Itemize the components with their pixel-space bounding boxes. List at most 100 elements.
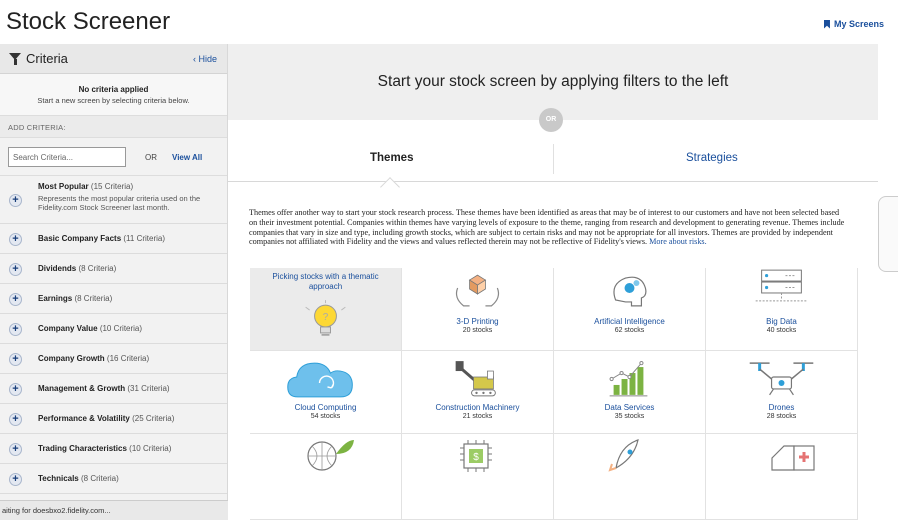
criteria-category-label: Technicals (8 Criteria) bbox=[38, 474, 119, 483]
criteria-category[interactable]: + Technicals (8 Criteria) bbox=[0, 464, 227, 494]
no-criteria-panel: No criteria applied Start a new screen b… bbox=[0, 74, 227, 116]
theme-name: Drones bbox=[768, 403, 795, 412]
chip-dollar-icon: $ bbox=[460, 440, 492, 472]
ai-brain-icon bbox=[613, 276, 647, 307]
add-criteria-label: ADD CRITERIA: bbox=[0, 116, 227, 138]
themes-description: Themes offer another way to start your s… bbox=[249, 208, 845, 247]
criteria-category[interactable]: + Company Value (10 Criteria) bbox=[0, 314, 227, 344]
expand-plus-icon[interactable]: + bbox=[9, 353, 22, 366]
criteria-category[interactable]: + Performance & Volatility (25 Criteria) bbox=[0, 404, 227, 434]
feedback-side-tab[interactable] bbox=[878, 196, 898, 272]
theme-tile-big-data[interactable]: Big Data 40 stocks bbox=[706, 268, 858, 351]
thematic-approach-label: Picking stocks with a thematic approach bbox=[272, 272, 379, 291]
criteria-category[interactable]: + Company Growth (16 Criteria) bbox=[0, 344, 227, 374]
theme-name: Artificial Intelligence bbox=[594, 317, 665, 326]
theme-name: Cloud Computing bbox=[294, 403, 357, 412]
banner-headline: Start your stock screen by applying filt… bbox=[377, 73, 729, 90]
criteria-category-label: Earnings (8 Criteria) bbox=[38, 294, 113, 303]
theme-count: 20 stocks bbox=[462, 327, 493, 334]
theme-count: 21 stocks bbox=[462, 413, 493, 420]
criteria-category-label: Company Value (10 Criteria) bbox=[38, 324, 143, 333]
stock-screener-page: Stock Screener My Screens Criteria ‹ Hid… bbox=[0, 0, 898, 520]
criteria-category[interactable]: + Most Popular (15 Criteria) Represents th… bbox=[0, 176, 227, 224]
theme-tile-3d-printing[interactable]: 3-D Printing 20 stocks bbox=[402, 268, 554, 351]
criteria-category-label: Most Popular (15 Criteria) bbox=[38, 182, 134, 191]
criteria-category-label: Basic Company Facts (11 Criteria) bbox=[38, 234, 166, 243]
criteria-search-row: Search Criteria... OR View All bbox=[0, 138, 227, 176]
globe-leaf-icon bbox=[307, 440, 354, 471]
page-header: Stock Screener My Screens bbox=[0, 0, 898, 44]
crane-icon bbox=[455, 361, 496, 397]
filter-icon bbox=[9, 53, 21, 65]
criteria-category-label: Performance & Volatility (25 Criteria) bbox=[38, 414, 175, 423]
criteria-category-label: Dividends (8 Criteria) bbox=[38, 264, 117, 273]
tab-strategies[interactable]: Strategies bbox=[686, 152, 738, 164]
theme-tile-data-services[interactable]: Data Services 35 stocks bbox=[554, 351, 706, 434]
servers-icon bbox=[755, 269, 808, 302]
themes-grid: Picking stocks with a thematic approach … bbox=[250, 268, 858, 520]
criteria-category[interactable]: + Dividends (8 Criteria) bbox=[0, 254, 227, 284]
drone-icon bbox=[749, 362, 814, 396]
theme-tile-artificial-intelligence[interactable]: Artificial Intelligence 62 stocks bbox=[554, 268, 706, 351]
expand-plus-icon[interactable]: + bbox=[9, 323, 22, 336]
tab-divider bbox=[553, 144, 554, 174]
expand-plus-icon[interactable]: + bbox=[9, 293, 22, 306]
theme-name: Big Data bbox=[766, 317, 797, 326]
criteria-category[interactable]: + Earnings (8 Criteria) bbox=[0, 284, 227, 314]
theme-count: 40 stocks bbox=[766, 327, 797, 334]
cloud-icon bbox=[287, 362, 353, 398]
criteria-header: Criteria ‹ Hide bbox=[0, 44, 227, 74]
browser-status-bar: aiting for doesbxo2.fidelity.com... bbox=[0, 500, 228, 520]
theme-name: 3-D Printing bbox=[456, 317, 499, 326]
criteria-category[interactable]: + Management & Growth (31 Criteria) bbox=[0, 374, 227, 404]
theme-tile-construction-machinery[interactable]: Construction Machinery 21 stocks bbox=[402, 351, 554, 434]
theme-name: Data Services bbox=[604, 403, 655, 412]
expand-plus-icon[interactable]: + bbox=[9, 194, 22, 207]
more-about-risks-link[interactable]: More about risks. bbox=[649, 237, 707, 246]
criteria-category-label: Trading Characteristics (10 Criteria) bbox=[38, 444, 172, 453]
my-screens-link[interactable]: My Screens bbox=[823, 19, 884, 29]
view-all-link[interactable]: View All bbox=[172, 153, 202, 162]
expand-plus-icon[interactable]: + bbox=[9, 473, 22, 486]
criteria-category[interactable]: + Basic Company Facts (11 Criteria) bbox=[0, 224, 227, 254]
or-divider-badge: OR bbox=[539, 108, 563, 132]
bookmark-icon bbox=[823, 19, 830, 29]
criteria-category[interactable]: + Trading Characteristics (10 Criteria) bbox=[0, 434, 227, 464]
theme-count: 35 stocks bbox=[614, 413, 645, 420]
theme-name: Construction Machinery bbox=[435, 403, 520, 412]
bar-chart-icon bbox=[609, 361, 648, 397]
expand-plus-icon[interactable]: + bbox=[9, 233, 22, 246]
themes-description-text: Themes offer another way to start your s… bbox=[249, 208, 845, 247]
criteria-category-desc: Represents the most popular criteria use… bbox=[38, 194, 201, 212]
search-criteria-input[interactable]: Search Criteria... bbox=[8, 147, 126, 167]
svg-text:?: ? bbox=[323, 312, 329, 323]
expand-plus-icon[interactable]: + bbox=[9, 263, 22, 276]
or-label: OR bbox=[145, 153, 157, 162]
criteria-list: + Most Popular (15 Criteria) Represents th… bbox=[0, 176, 227, 494]
tab-bar: Themes Strategies bbox=[228, 138, 878, 182]
my-screens-label: My Screens bbox=[833, 19, 884, 29]
criteria-label: Criteria bbox=[26, 51, 68, 66]
theme-tile-drones[interactable]: Drones 28 stocks bbox=[706, 351, 858, 434]
theme-count: 54 stocks bbox=[310, 413, 341, 420]
partial-row-icons: $ bbox=[307, 439, 815, 472]
svg-text:$: $ bbox=[473, 452, 479, 463]
ambulance-icon bbox=[771, 445, 815, 471]
criteria-category-label: Company Growth (16 Criteria) bbox=[38, 354, 150, 363]
rocket-icon bbox=[608, 439, 639, 472]
3d-printing-icon bbox=[455, 274, 500, 307]
expand-plus-icon[interactable]: + bbox=[9, 443, 22, 456]
hide-sidebar-button[interactable]: ‹ Hide bbox=[193, 54, 217, 64]
criteria-category-label: Management & Growth (31 Criteria) bbox=[38, 384, 170, 393]
main-content: Start your stock screen by applying filt… bbox=[228, 44, 898, 520]
expand-plus-icon[interactable]: + bbox=[9, 383, 22, 396]
theme-count: 62 stocks bbox=[614, 327, 645, 334]
page-title: Stock Screener bbox=[6, 8, 171, 35]
tab-themes[interactable]: Themes bbox=[370, 152, 413, 164]
criteria-sidebar: Criteria ‹ Hide No criteria applied Star… bbox=[0, 44, 228, 520]
no-criteria-title: No criteria applied bbox=[78, 85, 149, 94]
thematic-approach-tile[interactable]: Picking stocks with a thematic approach … bbox=[250, 268, 402, 351]
expand-plus-icon[interactable]: + bbox=[9, 413, 22, 426]
lightbulb-icon: ? bbox=[305, 300, 346, 336]
theme-tile-cloud-computing[interactable]: Cloud Computing 54 stocks bbox=[250, 351, 402, 434]
